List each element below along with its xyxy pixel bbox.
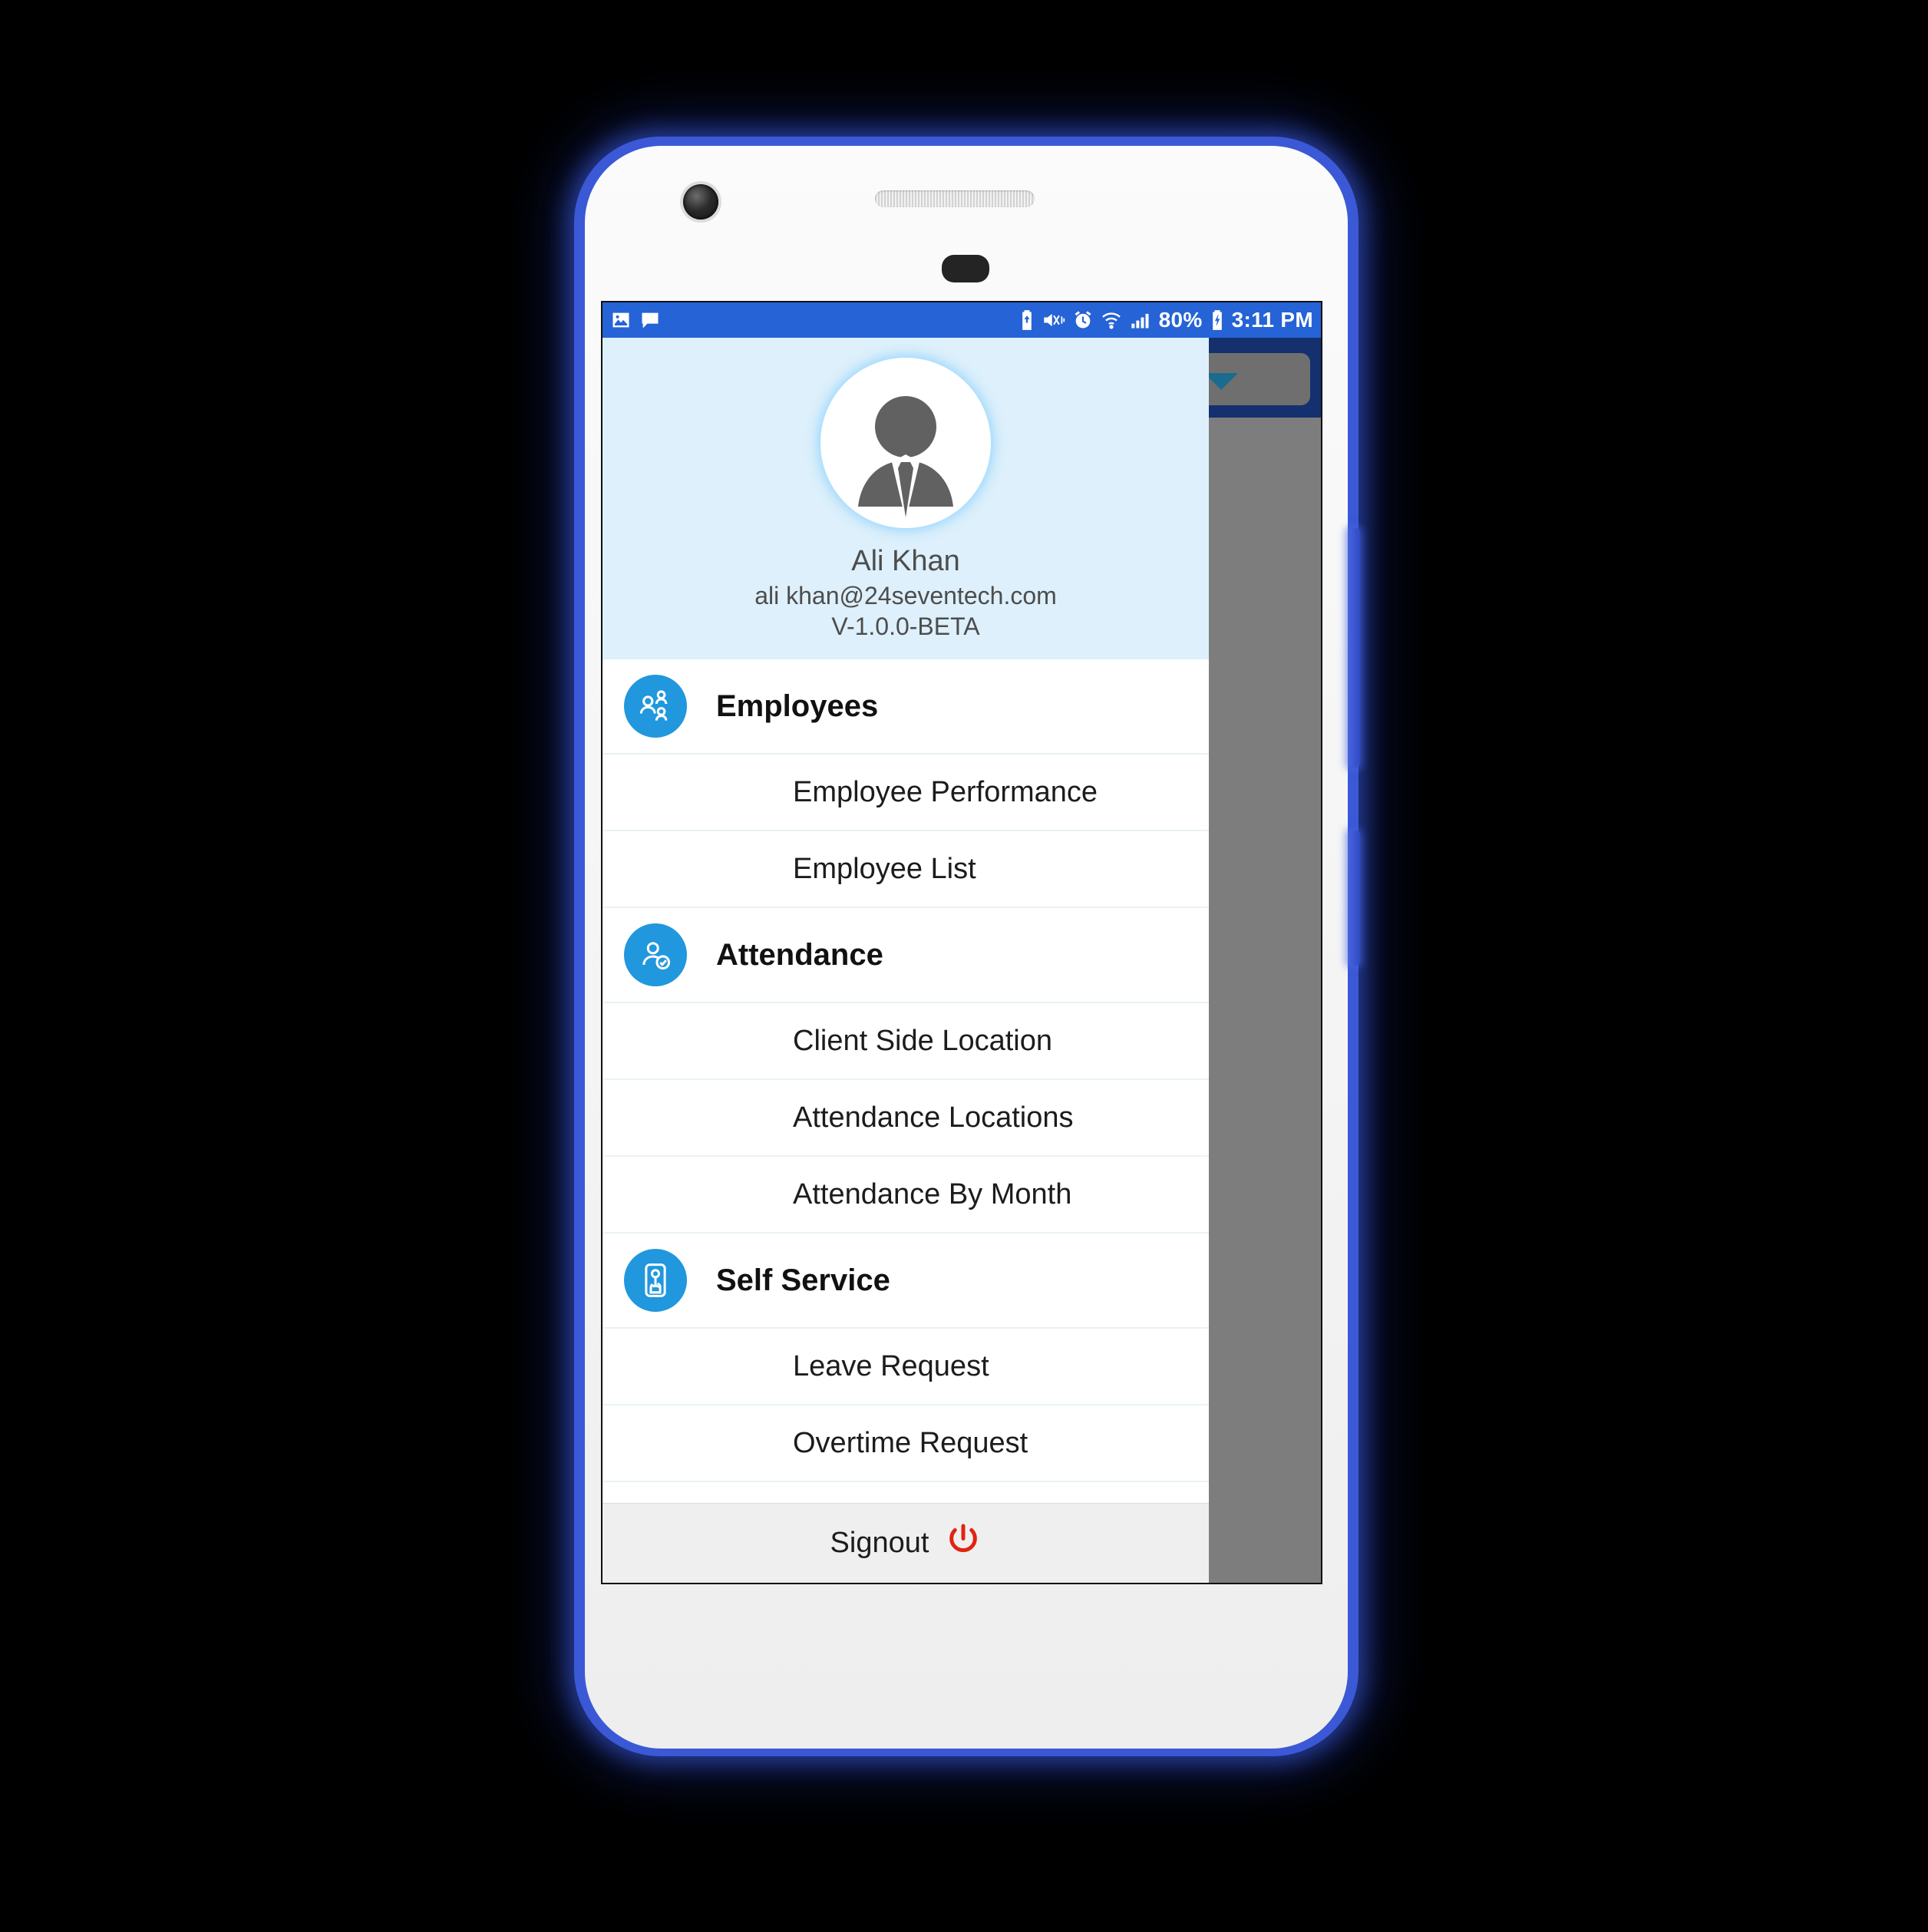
- sidebar-section-label: Attendance: [716, 937, 883, 972]
- message-icon: [639, 309, 661, 331]
- profile-email: ali khan@24seventech.com: [754, 581, 1057, 609]
- signal-icon: [1129, 309, 1152, 331]
- profile-name: Ali Khan: [851, 545, 960, 577]
- chevron-down-icon: [1204, 373, 1238, 390]
- clock: 3:11 PM: [1231, 308, 1313, 332]
- drawer-profile-header: Ali Khan ali khan@24seventech.com V-1.0.…: [602, 338, 1209, 660]
- sidebar-section-employees[interactable]: Employees: [602, 659, 1209, 755]
- attendance-check-icon: [624, 923, 687, 987]
- navigation-drawer: Ali Khan ali khan@24seventech.com V-1.0.…: [602, 338, 1209, 1583]
- sidebar-item-client-side-location[interactable]: Client Side Location: [602, 1003, 1209, 1081]
- signout-label: Signout: [830, 1527, 929, 1559]
- sidebar-section-label: Employees: [716, 689, 879, 723]
- sidebar-item-advance-salary[interactable]: Advance Salary: [602, 1482, 1209, 1503]
- app-version: V-1.0.0-BETA: [831, 613, 980, 641]
- charging-battery-icon: [1210, 309, 1225, 331]
- self-service-touch-icon: [624, 1249, 687, 1313]
- battery-saver-icon: [1018, 309, 1035, 331]
- sidebar-item-attendance-locations[interactable]: Attendance Locations: [602, 1080, 1209, 1158]
- status-bar-system: 80% 3:11 PM: [1018, 309, 1313, 331]
- screenshot-stage: 0 n Leave n Detail 18: [0, 0, 1928, 1932]
- volume-button[interactable]: [1348, 831, 1360, 966]
- proximity-sensor: [942, 255, 989, 282]
- status-bar-notifications: [610, 309, 661, 331]
- wifi-icon: [1101, 309, 1122, 331]
- avatar: [813, 350, 999, 536]
- sidebar-section-attendance[interactable]: Attendance: [602, 908, 1209, 1004]
- sidebar-item-employee-list[interactable]: Employee List: [602, 831, 1209, 909]
- drawer-menu: Employees Employee Performance Employee …: [602, 659, 1209, 1503]
- sidebar-section-label: Self Service: [716, 1263, 890, 1297]
- sidebar-item-attendance-by-month[interactable]: Attendance By Month: [602, 1157, 1209, 1234]
- image-icon: [610, 309, 632, 331]
- vibrate-mute-icon: [1042, 309, 1065, 331]
- sidebar-item-overtime-request[interactable]: Overtime Request: [602, 1405, 1209, 1483]
- battery-percentage: 80%: [1158, 308, 1203, 332]
- front-camera: [683, 184, 718, 220]
- sidebar-item-leave-request[interactable]: Leave Request: [602, 1329, 1209, 1406]
- phone-screen: 0 n Leave n Detail 18: [601, 301, 1322, 1584]
- earpiece-speaker: [875, 190, 1035, 207]
- alarm-icon: [1072, 309, 1094, 331]
- power-icon: [946, 1522, 981, 1565]
- employees-group-icon: [624, 675, 687, 738]
- signout-button[interactable]: Signout: [602, 1503, 1209, 1583]
- avatar-image: [820, 358, 991, 528]
- sidebar-section-self-service[interactable]: Self Service: [602, 1234, 1209, 1329]
- power-button[interactable]: [1348, 528, 1360, 768]
- status-bar: 80% 3:11 PM: [602, 302, 1321, 338]
- sidebar-item-employee-performance[interactable]: Employee Performance: [602, 755, 1209, 832]
